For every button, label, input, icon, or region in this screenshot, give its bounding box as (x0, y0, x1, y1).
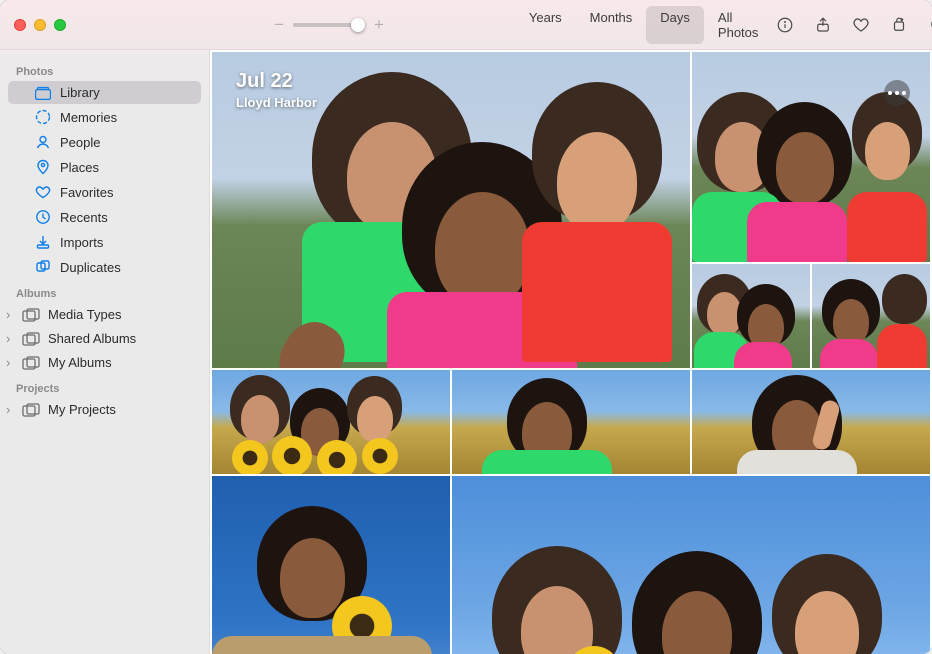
sidebar-item-shared-albums[interactable]: › Shared Albums (8, 327, 201, 350)
chevron-right-icon: › (6, 355, 16, 370)
close-window-button[interactable] (14, 19, 26, 31)
rotate-button[interactable] (886, 12, 912, 38)
sidebar-item-label: My Projects (48, 402, 116, 417)
ellipsis-icon (888, 91, 906, 95)
people-icon (34, 134, 52, 150)
day-header: Jul 22 Lloyd Harbor (236, 70, 317, 110)
photo-thumbnail[interactable] (692, 264, 810, 368)
photo-thumbnail[interactable] (212, 476, 450, 654)
sidebar-item-label: Duplicates (60, 260, 121, 275)
sidebar-item-label: Favorites (60, 185, 113, 200)
sidebar-item-label: Memories (60, 110, 117, 125)
sidebar-item-media-types[interactable]: › Media Types (8, 303, 201, 326)
sidebar-item-label: Imports (60, 235, 103, 250)
chevron-right-icon: › (6, 402, 16, 417)
sidebar: Photos Library Memories People Places Fa… (0, 50, 210, 654)
places-icon (34, 159, 52, 175)
sidebar-item-my-projects[interactable]: › My Projects (8, 398, 201, 421)
photo-thumbnail[interactable] (692, 370, 930, 474)
zoom-in-icon[interactable]: + (371, 15, 387, 35)
sidebar-item-label: Library (60, 85, 100, 100)
sidebar-item-label: Recents (60, 210, 108, 225)
minimize-window-button[interactable] (34, 19, 46, 31)
titlebar: − + Years Months Days All Photos (0, 0, 932, 50)
zoom-out-icon[interactable]: − (271, 15, 287, 35)
chevron-right-icon: › (6, 331, 16, 346)
sidebar-item-label: My Albums (48, 355, 112, 370)
imports-icon (34, 234, 52, 250)
sidebar-item-label: Places (60, 160, 99, 175)
sidebar-section-albums: Albums (0, 280, 209, 302)
photo-thumbnail[interactable] (212, 370, 450, 474)
sidebar-item-label: People (60, 135, 100, 150)
sidebar-section-photos: Photos (0, 58, 209, 80)
sidebar-item-places[interactable]: Places (8, 155, 201, 179)
album-icon (22, 356, 40, 370)
window-body: Photos Library Memories People Places Fa… (0, 50, 932, 654)
segment-all-photos[interactable]: All Photos (704, 6, 772, 44)
sidebar-item-favorites[interactable]: Favorites (8, 180, 201, 204)
photos-app-window: − + Years Months Days All Photos (0, 0, 932, 654)
zoom-thumb[interactable] (351, 18, 365, 32)
sidebar-item-recents[interactable]: Recents (8, 205, 201, 229)
segment-days[interactable]: Days (646, 6, 704, 44)
day-location: Lloyd Harbor (236, 95, 317, 110)
photo-thumbnail[interactable] (452, 476, 930, 654)
favorites-icon (34, 184, 52, 200)
share-icon (814, 16, 832, 34)
info-icon (776, 16, 794, 34)
search-button[interactable] (924, 12, 932, 38)
memories-icon (34, 109, 52, 125)
photo-grid-content: Jul 22 Lloyd Harbor (210, 50, 932, 654)
toolbar-center: − + Years Months Days All Photos (271, 6, 772, 44)
info-button[interactable] (772, 12, 798, 38)
search-icon (928, 16, 932, 34)
heart-icon (852, 16, 870, 34)
sidebar-section-projects: Projects (0, 375, 209, 397)
sidebar-item-duplicates[interactable]: Duplicates (8, 255, 201, 279)
chevron-right-icon: › (6, 307, 16, 322)
album-icon (22, 308, 40, 322)
segment-months[interactable]: Months (576, 6, 647, 44)
sidebar-item-imports[interactable]: Imports (8, 230, 201, 254)
window-traffic-lights (14, 19, 66, 31)
favorite-button[interactable] (848, 12, 874, 38)
photo-thumbnail[interactable] (452, 370, 690, 474)
sidebar-item-label: Media Types (48, 307, 121, 322)
photo-thumbnail[interactable] (812, 264, 930, 368)
album-icon (22, 403, 40, 417)
duplicates-icon (34, 259, 52, 275)
album-icon (22, 332, 40, 346)
sidebar-item-memories[interactable]: Memories (8, 105, 201, 129)
sidebar-item-label: Shared Albums (48, 331, 136, 346)
day-more-button[interactable] (884, 80, 910, 106)
zoom-track[interactable] (293, 23, 365, 27)
segment-years[interactable]: Years (515, 6, 576, 44)
fullscreen-window-button[interactable] (54, 19, 66, 31)
day-date: Jul 22 (236, 70, 317, 93)
photo-grid (210, 50, 932, 654)
library-icon (34, 86, 52, 100)
thumbnail-zoom-slider[interactable]: − + (271, 15, 387, 35)
share-button[interactable] (810, 12, 836, 38)
sidebar-item-my-albums[interactable]: › My Albums (8, 351, 201, 374)
rotate-icon (890, 16, 908, 34)
sidebar-item-library[interactable]: Library (8, 81, 201, 104)
view-range-segmented-control: Years Months Days All Photos (515, 6, 773, 44)
sidebar-item-people[interactable]: People (8, 130, 201, 154)
recents-icon (34, 209, 52, 225)
toolbar-right (772, 12, 932, 38)
